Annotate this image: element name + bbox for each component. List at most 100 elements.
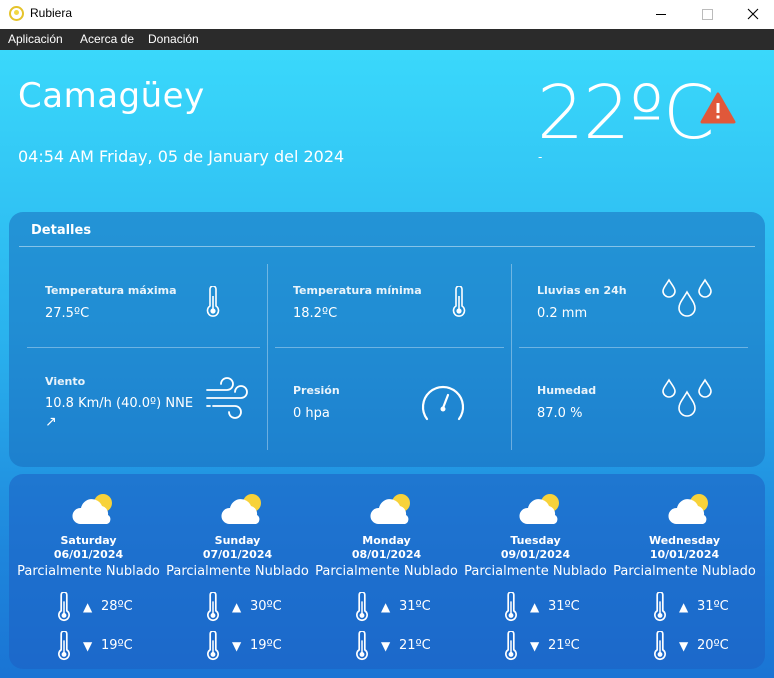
forecast-condition: Parcialmente Nublado [166, 564, 309, 579]
forecast-condition: Parcialmente Nublado [17, 564, 160, 579]
raindrops-icon [662, 378, 712, 417]
title-bar: Rubiera [0, 0, 774, 29]
forecast-day-name: Sunday [214, 534, 261, 547]
forecast-min-temp: 21ºC [548, 638, 580, 653]
max-arrow-icon: ▲ [83, 600, 93, 614]
max-arrow-icon: ▲ [530, 600, 540, 614]
menu-item-acerca-de[interactable]: Acerca de [80, 32, 134, 46]
wind-direction-arrow-icon: ↗ [45, 414, 57, 430]
max-arrow-icon: ▲ [381, 600, 391, 614]
thermometer-icon [505, 592, 517, 622]
pressure-label: Presión [293, 384, 340, 397]
forecast-day-name: Tuesday [510, 534, 561, 547]
forecast-date: 07/01/2024 [202, 548, 273, 561]
min-arrow-icon: ▼ [381, 639, 391, 653]
forecast-day-name: Saturday [60, 534, 117, 547]
row-divider [27, 347, 260, 348]
gauge-icon [421, 385, 465, 421]
wind-value: 10.8 Km/h (40.0º) NNE [45, 396, 194, 411]
partly-cloudy-icon [370, 494, 410, 524]
forecast-max-temp: 31ºC [697, 599, 729, 614]
thermometer-icon [207, 631, 219, 661]
forecast-date: 09/01/2024 [500, 548, 571, 561]
raindrops-icon [662, 278, 712, 317]
details-divider [19, 246, 755, 247]
thermometer-icon [356, 592, 368, 622]
forecast-min-temp: 21ºC [399, 638, 431, 653]
humidity-value: 87.0 % [537, 406, 583, 421]
forecast-condition: Parcialmente Nublado [315, 564, 458, 579]
forecast-day-1: Sunday 07/01/2024 Parcialmente Nublado ▲… [163, 474, 312, 669]
details-panel: Detalles Temperatura máxima 27.5ºC Tempe… [9, 212, 765, 467]
min-arrow-icon: ▼ [232, 639, 242, 653]
partly-cloudy-icon [668, 494, 708, 524]
wind-label: Viento [45, 375, 86, 388]
forecast-day-0: Saturday 06/01/2024 Parcialmente Nublado… [14, 474, 163, 669]
details-title: Detalles [31, 223, 92, 238]
city-name: Camagüey [18, 76, 205, 116]
forecast-condition: Parcialmente Nublado [464, 564, 607, 579]
rain-value: 0.2 mm [537, 306, 588, 321]
min-arrow-icon: ▼ [530, 639, 540, 653]
maximize-button[interactable] [684, 0, 730, 29]
column-divider [267, 264, 268, 450]
forecast-date: 08/01/2024 [351, 548, 422, 561]
forecast-panel: Saturday 06/01/2024 Parcialmente Nublado… [9, 474, 765, 669]
thermometer-icon [452, 286, 466, 317]
forecast-date: 10/01/2024 [649, 548, 720, 561]
partly-cloudy-icon [221, 494, 261, 524]
forecast-day-4: Wednesday 10/01/2024 Parcialmente Nublad… [610, 474, 759, 669]
min-temp-value: 18.2ºC [293, 306, 338, 321]
humidity-label: Humedad [537, 384, 597, 397]
warning-icon[interactable] [700, 92, 736, 124]
column-divider [511, 264, 512, 450]
forecast-day-name: Wednesday [648, 534, 721, 547]
app-logo-icon [9, 6, 24, 21]
forecast-day-3: Tuesday 09/01/2024 Parcialmente Nublado … [461, 474, 610, 669]
forecast-day-2: Monday 08/01/2024 Parcialmente Nublado ▲… [312, 474, 461, 669]
current-datetime: 04:54 AM Friday, 05 de January del 2024 [18, 147, 345, 166]
menu-item-donacion[interactable]: Donación [148, 32, 199, 46]
close-button[interactable] [730, 0, 774, 29]
partly-cloudy-icon [72, 494, 112, 524]
thermometer-icon [505, 631, 517, 661]
min-temp-label: Temperatura mínima [293, 284, 422, 297]
close-icon [747, 8, 759, 20]
row-divider [275, 347, 504, 348]
pressure-value: 0 hpa [293, 406, 330, 421]
forecast-max-temp: 31ºC [399, 599, 431, 614]
forecast-condition: Parcialmente Nublado [613, 564, 756, 579]
min-arrow-icon: ▼ [83, 639, 93, 653]
max-temp-label: Temperatura máxima [45, 284, 177, 297]
forecast-max-temp: 28ºC [101, 599, 133, 614]
thermometer-icon [206, 286, 220, 317]
partly-cloudy-icon [519, 494, 559, 524]
thermometer-icon [356, 631, 368, 661]
menu-bar: Aplicación Acerca de Donación [0, 29, 774, 50]
min-arrow-icon: ▼ [679, 639, 689, 653]
max-arrow-icon: ▲ [232, 600, 242, 614]
max-arrow-icon: ▲ [679, 600, 689, 614]
current-temperature: 22ºC [537, 70, 715, 156]
main-area: Camagüey 04:54 AM Friday, 05 de January … [0, 50, 774, 678]
thermometer-icon [654, 592, 666, 622]
window-title: Rubiera [30, 6, 73, 20]
max-temp-value: 27.5ºC [45, 306, 90, 321]
row-divider [519, 347, 748, 348]
forecast-min-temp: 20ºC [697, 638, 729, 653]
thermometer-icon [207, 592, 219, 622]
thermometer-icon [58, 592, 70, 622]
thermometer-icon [654, 631, 666, 661]
forecast-day-name: Monday [362, 534, 411, 547]
forecast-max-temp: 31ºC [548, 599, 580, 614]
minimize-button[interactable] [638, 0, 684, 29]
rain-label: Lluvias en 24h [537, 284, 627, 297]
thermometer-icon [58, 631, 70, 661]
forecast-max-temp: 30ºC [250, 599, 282, 614]
forecast-date: 06/01/2024 [53, 548, 124, 561]
current-condition: - [538, 150, 543, 164]
forecast-min-temp: 19ºC [101, 638, 133, 653]
menu-item-aplicacion[interactable]: Aplicación [8, 32, 63, 46]
forecast-min-temp: 19ºC [250, 638, 282, 653]
wind-icon [206, 377, 248, 419]
